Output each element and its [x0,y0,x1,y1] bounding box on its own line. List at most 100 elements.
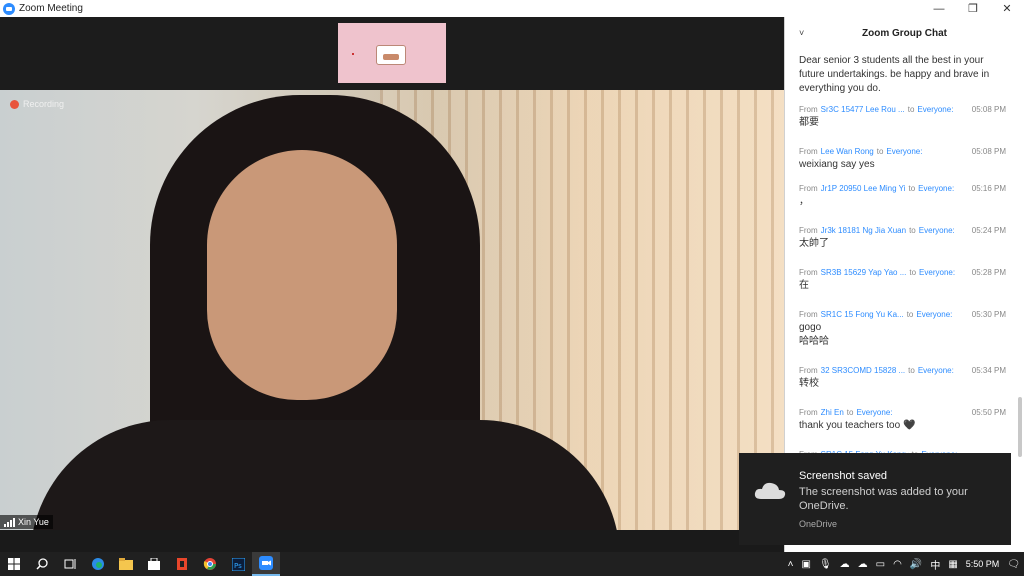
recipient-link[interactable]: Everyone: [918,184,954,193]
windows-icon[interactable] [0,552,28,576]
participant-thumbnail[interactable] [338,23,446,83]
from-label: From [799,183,818,193]
active-speaker-video[interactable] [0,90,784,530]
title-bar: Zoom Meeting — ❐ ✕ [0,0,1024,17]
chevron-down-icon[interactable]: ˅ [799,28,804,38]
sender-link[interactable]: SR3B 15629 Yap Yao ... [821,268,907,277]
chat-message: From Lee Wan Rong to Everyone: 05:08 PM weixi… [785,144,1024,181]
chat-message-text: thank you teachers too 🖤 [799,420,916,431]
zoom-tray-icon[interactable]: ▣ [802,559,811,570]
recipient-link[interactable]: Everyone: [917,105,953,114]
participant-name-tag: Xin Yue [0,515,53,529]
sender-link[interactable]: 32 SR3COMD 15828 ... [821,366,905,375]
restore-button[interactable]: ❐ [956,0,990,17]
sender-link[interactable]: Jr3k 18181 Ng Jia Xuan [821,226,906,235]
chat-message-meta: From Jr1P 20950 Lee Ming Yi to Everyone: 05:… [799,181,1010,195]
message-time: 05:08 PM [971,104,1006,114]
system-tray: ˄ ▣ 🎙 ☁ ☁ ▭ ◠ 🔊 中 ▦ 5:50 PM 🗨 [784,552,1024,576]
chat-message: From Jr1P 20950 Lee Ming Yi to Everyone: 05:… [785,181,1024,223]
to-label: to [907,104,915,114]
minimize-button[interactable]: — [922,0,956,17]
chat-message: From SR1C 15 Fong Yu Ka... to Everyone: 05:3… [785,307,1024,363]
participant-name: Xin Yue [18,517,49,527]
chat-message-text: gogo [799,322,822,333]
signal-strength-icon [4,517,15,527]
chat-message-text: 在 [799,280,809,291]
chat-scrollbar[interactable] [1018,397,1022,457]
sender-link[interactable]: Zhi En [821,408,844,417]
sender-link[interactable]: SR1C 15 Fong Yu Ka... [821,310,904,319]
to-label: to [906,309,914,319]
from-label: From [799,225,818,235]
recipient-link[interactable]: Everyone: [856,408,892,417]
office-icon[interactable] [168,552,196,576]
recipient-link[interactable]: Everyone: [919,226,955,235]
zoom-app-icon [3,2,15,15]
edge-browser-icon[interactable] [84,552,112,576]
chat-message: From Zhi En to Everyone: 05:50 PM thank you t… [785,405,1024,447]
chat-title: Zoom Group Chat [862,28,947,39]
from-label: From [799,309,818,319]
sender-link[interactable]: Sr3C 15477 Lee Rou ... [821,105,905,114]
window-controls: — ❐ ✕ [922,0,1024,17]
recipient-link[interactable]: Everyone: [886,147,922,156]
speaker-body [30,420,620,530]
sender-link[interactable]: Jr1P 20950 Lee Ming Yi [821,184,906,193]
message-time: 05:34 PM [971,365,1006,375]
chat-message-text: 转校 [799,378,819,389]
notification-toast[interactable]: Screenshot saved The screenshot was adde… [739,453,1011,545]
keyboard-layout-icon[interactable]: ▦ [948,559,957,570]
to-label: to [908,183,916,193]
chat-header: ˅ Zoom Group Chat [785,17,1024,50]
onedrive-tray-icon[interactable]: ☁ [858,559,868,570]
system-clock[interactable]: 5:50 PM [966,559,1000,569]
to-label: to [909,225,916,235]
chevron-up-icon[interactable]: ˄ [788,559,794,570]
close-button[interactable]: ✕ [990,0,1024,17]
file-explorer-icon[interactable] [112,552,140,576]
chat-message-text: 太帥了 [799,238,829,249]
recipient-link[interactable]: Everyone: [918,366,954,375]
photoshop-icon[interactable]: Ps [224,552,252,576]
task-view-icon[interactable] [56,552,84,576]
toast-title: Screenshot saved [799,470,888,482]
window-title: Zoom Meeting [19,3,83,14]
from-label: From [799,407,818,417]
thumbnail-image [376,45,406,65]
sender-link[interactable]: Lee Wan Rong [821,147,874,156]
chrome-icon[interactable] [196,552,224,576]
to-label: to [876,146,884,156]
notification-center-icon[interactable]: 🗨 [1007,559,1020,570]
chat-message-list: From Sr3C 15477 Lee Rou ... to Everyone: 05:… [785,102,1024,461]
from-label: From [799,104,818,114]
chat-message-meta: From Lee Wan Rong to Everyone: 05:08 PM [799,144,1010,158]
recipient-link[interactable]: Everyone: [919,268,955,277]
chat-message-meta: From Jr3k 18181 Ng Jia Xuan to Everyone: 05:… [799,223,1010,237]
toast-message: The screenshot was added to your OneDriv… [799,486,968,512]
to-label: to [846,407,854,417]
zoom-taskbar-icon[interactable] [252,552,280,576]
wifi-icon[interactable]: ◠ [893,559,902,570]
speaker-face [207,150,397,400]
recording-label: Recording [23,99,65,109]
store-icon[interactable] [140,552,168,576]
chat-message-meta: From Zhi En to Everyone: 05:50 PM [799,405,1010,419]
message-time: 05:28 PM [971,267,1006,277]
chat-message: From Jr3k 18181 Ng Jia Xuan to Everyone: 05:… [785,223,1024,265]
message-time: 05:08 PM [971,146,1006,156]
to-label: to [909,267,917,277]
battery-icon[interactable]: ▭ [876,559,885,570]
microphone-icon[interactable]: 🎙 [819,559,832,570]
volume-icon[interactable]: 🔊 [910,559,922,570]
message-time: 05:24 PM [971,225,1006,235]
cloud-icon[interactable]: ☁ [840,559,850,570]
chat-message-meta: From Sr3C 15477 Lee Rou ... to Everyone: 05:… [799,102,1010,116]
recording-indicator: Recording [10,99,64,109]
record-icon [10,99,19,109]
from-label: From [799,267,818,277]
search-icon[interactable] [28,552,56,576]
recipient-link[interactable]: Everyone: [916,310,952,319]
thumbnail-dot [352,53,354,55]
from-label: From [799,146,818,156]
input-method-indicator[interactable]: 中 [930,557,940,572]
